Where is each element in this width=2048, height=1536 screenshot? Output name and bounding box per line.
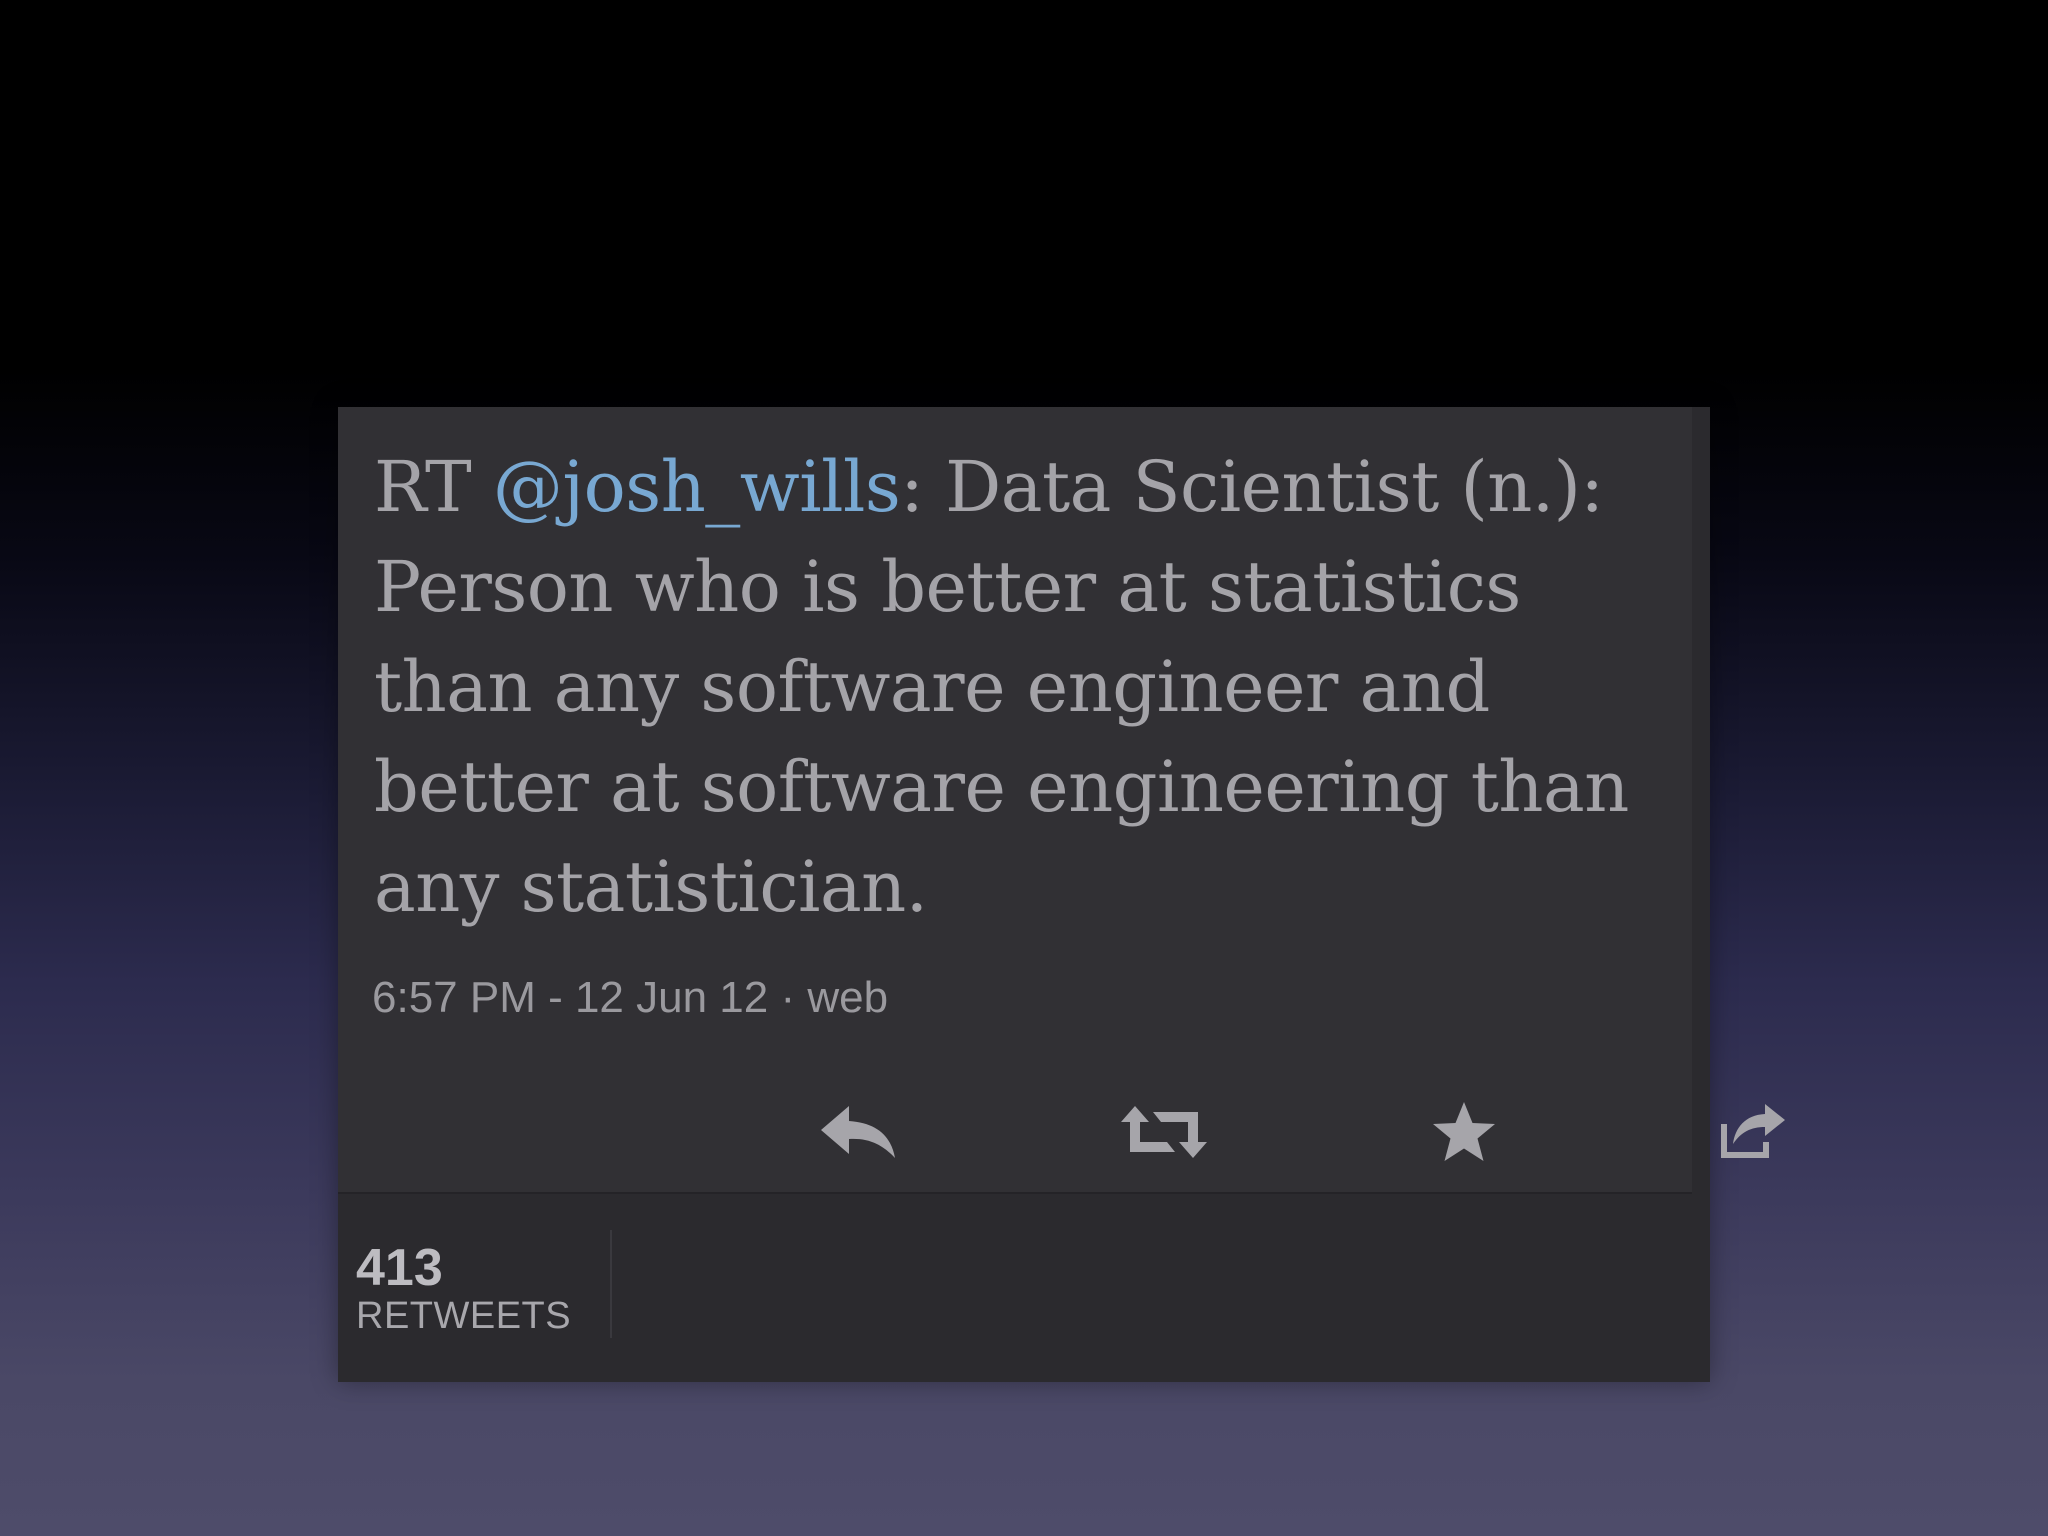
tweet-card: RT @josh_wills: Data Scientist (n.): Per… (338, 407, 1785, 1382)
tweet-actions (338, 1087, 1785, 1177)
tweet-body-panel: RT @josh_wills: Data Scientist (n.): Per… (338, 407, 1785, 1193)
share-button[interactable] (1702, 1087, 1802, 1177)
share-icon (1721, 1104, 1785, 1158)
retweet-button[interactable] (1114, 1087, 1214, 1177)
reply-button[interactable] (808, 1087, 908, 1177)
retweet-icon (1121, 1106, 1207, 1158)
tweet-stats: 413 RETWEETS (338, 1194, 1710, 1382)
reply-icon (821, 1106, 895, 1158)
star-icon (1433, 1102, 1495, 1161)
stat-separator (610, 1230, 612, 1338)
retweet-prefix: RT (374, 446, 493, 528)
favorite-button[interactable] (1414, 1087, 1514, 1177)
retweets-stat[interactable]: 413 RETWEETS (356, 1240, 596, 1350)
tweet-text: RT @josh_wills: Data Scientist (n.): Per… (374, 437, 1674, 937)
retweet-count: 413 (356, 1239, 443, 1297)
mention-link[interactable]: @josh_wills (493, 446, 901, 528)
tweet-timestamp[interactable]: 6:57 PM - 12 Jun 12 · web (372, 973, 888, 1023)
retweet-label: RETWEETS (356, 1295, 572, 1337)
